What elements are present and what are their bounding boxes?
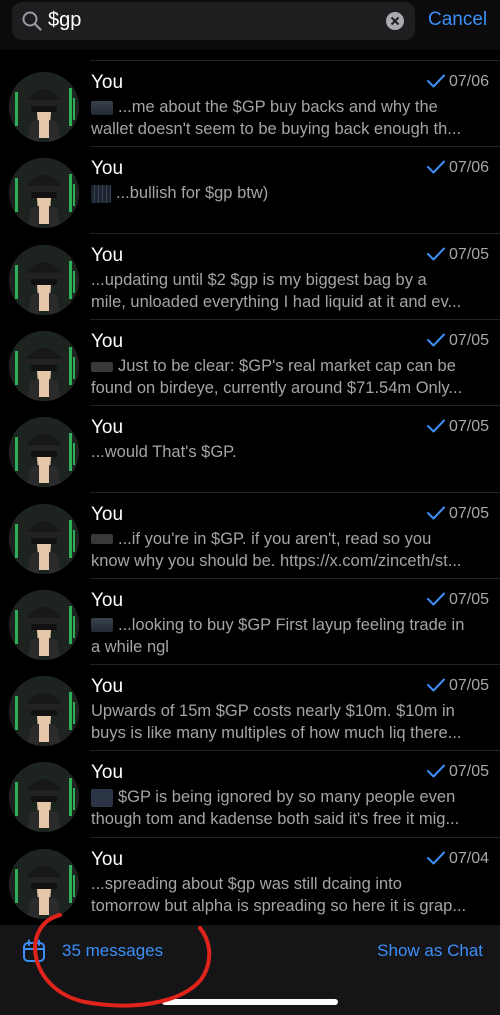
sender-name: You xyxy=(91,676,124,698)
message-date: 07/05 xyxy=(449,418,490,436)
message-date: 07/06 xyxy=(449,159,490,177)
search-result-row[interactable]: You 07/05 Just to be clear: $GP's real mar… xyxy=(0,318,500,405)
message-date: 07/05 xyxy=(449,245,490,263)
message-date: 07/05 xyxy=(449,504,490,522)
media-thumbnail xyxy=(91,184,111,203)
checkmark-icon xyxy=(427,74,445,88)
message-text: ...me about the $GP buy backs and why th… xyxy=(91,98,462,138)
search-result-row[interactable]: You 07/05 ...updating until $2 $gp is my b… xyxy=(0,232,500,319)
search-result-row[interactable]: You 07/06 ...bullish for $gp btw) xyxy=(0,146,500,232)
row-divider xyxy=(90,750,500,752)
message-text: ...looking to buy $GP First layup feelin… xyxy=(91,615,465,656)
media-thumbnail xyxy=(91,100,113,115)
checkmark-icon xyxy=(427,160,445,174)
message-preview: ...looking to buy $GP First layup feelin… xyxy=(91,614,491,658)
search-result-row[interactable]: You 07/04 ...spreading about $gp was still… xyxy=(0,836,500,923)
message-date: 07/06 xyxy=(449,73,490,90)
checkmark-icon xyxy=(427,419,445,433)
avatar[interactable] xyxy=(9,72,79,142)
message-preview: ...me about the $GP buy backs and why th… xyxy=(91,96,491,140)
message-preview: Upwards of 15m $GP costs nearly $10m. $1… xyxy=(91,700,491,744)
avatar[interactable] xyxy=(9,330,79,401)
row-divider xyxy=(90,836,500,838)
message-text: ...if you're in $GP. if you aren't, read… xyxy=(91,529,462,570)
message-date: 07/05 xyxy=(449,590,490,608)
row-divider xyxy=(90,60,500,61)
message-preview: ...bullish for $gp btw) xyxy=(91,182,491,204)
message-text: ...updating until $2 $gp is my biggest b… xyxy=(91,270,462,311)
message-preview: Just to be clear: $GP's real market cap … xyxy=(91,355,491,399)
avatar[interactable] xyxy=(9,244,79,315)
avatar[interactable] xyxy=(9,417,79,488)
row-divider xyxy=(90,664,500,666)
message-preview: ...if you're in $GP. if you aren't, read… xyxy=(91,528,491,572)
show-as-chat-button[interactable]: Show as Chat xyxy=(377,941,483,961)
search-input[interactable]: $gp xyxy=(48,9,81,32)
sender-name: You xyxy=(91,848,124,870)
row-divider xyxy=(90,232,500,234)
search-result-row[interactable]: You 07/05 ...would That's $GP. xyxy=(0,405,500,491)
avatar[interactable] xyxy=(9,848,79,919)
search-header: $gp Cancel xyxy=(0,0,500,50)
search-result-row[interactable]: You 07/05 $GP is being ignored by so many … xyxy=(0,750,500,836)
message-preview: ...spreading about $gp was still dcaing … xyxy=(91,873,491,917)
checkmark-icon xyxy=(427,592,445,606)
home-indicator[interactable] xyxy=(162,999,338,1005)
cancel-button[interactable]: Cancel xyxy=(428,9,487,31)
message-date: 07/05 xyxy=(449,677,490,695)
calendar-icon[interactable] xyxy=(22,939,46,963)
row-divider xyxy=(90,577,500,579)
search-icon xyxy=(22,11,42,31)
message-preview: ...would That's $GP. xyxy=(91,441,491,463)
message-date: 07/05 xyxy=(449,331,490,349)
checkmark-icon xyxy=(427,333,445,347)
message-text: Upwards of 15m $GP costs nearly $10m. $1… xyxy=(91,702,462,743)
message-preview: $GP is being ignored by so many people e… xyxy=(91,786,491,830)
message-date: 07/05 xyxy=(449,763,490,781)
avatar[interactable] xyxy=(9,503,79,574)
message-text: Just to be clear: $GP's real market cap … xyxy=(91,356,463,397)
message-text: ...would That's $GP. xyxy=(91,443,237,462)
bottom-toolbar: 35 messages Show as Chat xyxy=(0,925,500,1015)
message-count: 35 messages xyxy=(62,941,164,960)
avatar[interactable] xyxy=(9,762,79,833)
sender-name: You xyxy=(91,244,124,266)
row-divider xyxy=(90,405,500,407)
message-text: $GP is being ignored by so many people e… xyxy=(91,788,460,829)
sender-name: You xyxy=(91,158,124,180)
avatar[interactable] xyxy=(9,158,79,229)
row-divider xyxy=(90,146,500,148)
media-thumbnail xyxy=(91,361,113,372)
row-divider xyxy=(90,491,500,493)
search-result-row[interactable]: You 07/05 ...if you're in $GP. if you aren… xyxy=(0,491,500,578)
sender-name: You xyxy=(91,330,124,352)
checkmark-icon xyxy=(427,851,445,865)
sender-name: You xyxy=(91,589,124,611)
sender-name: You xyxy=(91,503,124,525)
search-result-row[interactable]: You 07/06 ...me about the $GP buy backs an… xyxy=(0,60,500,146)
message-preview: ...updating until $2 $gp is my biggest b… xyxy=(91,269,491,313)
avatar[interactable] xyxy=(9,589,79,660)
search-result-row[interactable]: You 07/05 ...looking to buy $GP First layu… xyxy=(0,577,500,664)
checkmark-icon xyxy=(427,764,445,778)
sender-name: You xyxy=(91,72,124,93)
avatar[interactable] xyxy=(9,676,79,747)
checkmark-icon xyxy=(427,247,445,261)
checkmark-icon xyxy=(427,506,445,519)
clear-search-icon[interactable] xyxy=(385,11,405,31)
sender-name: You xyxy=(91,417,124,439)
checkmark-icon xyxy=(427,678,445,692)
search-results-list[interactable]: You 07/06 ...me about the $GP buy backs an… xyxy=(0,60,500,925)
search-result-row[interactable]: You 07/05 Upwards of 15m $GP costs nearly … xyxy=(0,664,500,750)
search-field[interactable]: $gp xyxy=(12,2,415,40)
row-divider xyxy=(90,318,500,320)
message-date: 07/04 xyxy=(449,849,490,867)
media-thumbnail xyxy=(91,618,113,633)
media-thumbnail xyxy=(91,789,113,808)
message-text: ...bullish for $gp btw) xyxy=(116,184,269,203)
media-thumbnail xyxy=(91,534,113,545)
message-text: ...spreading about $gp was still dcaing … xyxy=(91,874,467,915)
sender-name: You xyxy=(91,762,124,784)
